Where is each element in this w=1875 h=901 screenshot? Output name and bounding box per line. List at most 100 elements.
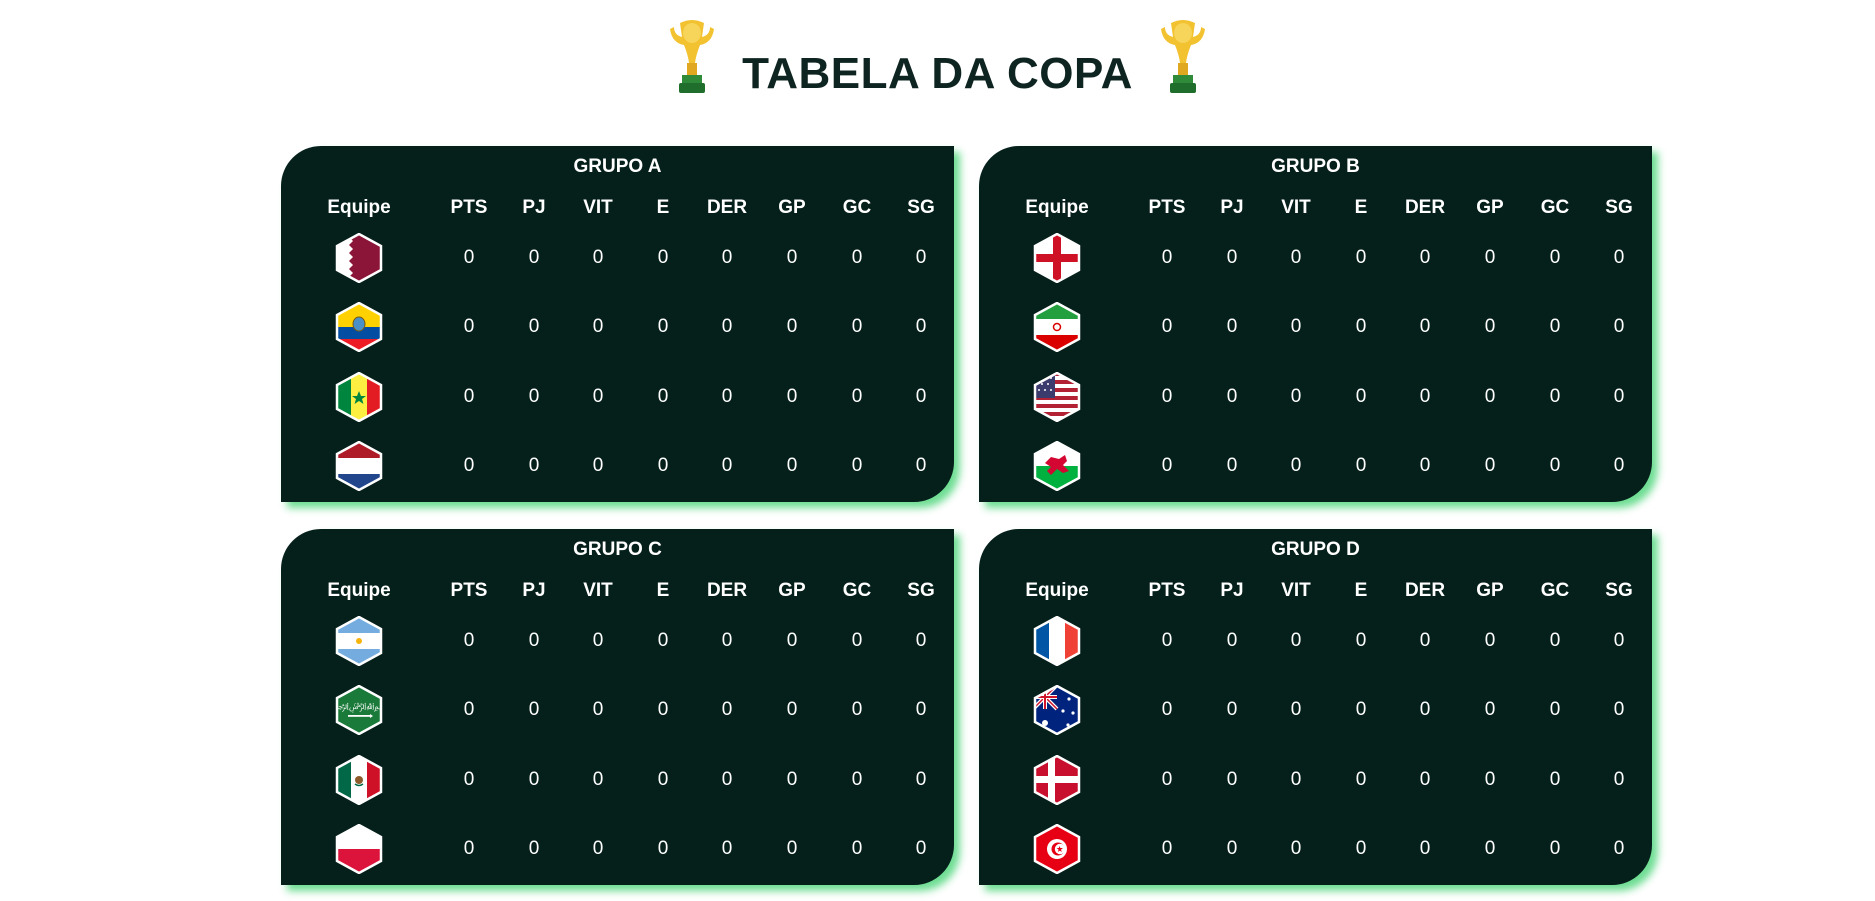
team-cell xyxy=(335,233,383,283)
group-card: GRUPO B Equipe PTS PJ VIT E DER GP GC SG 00000000… xyxy=(979,146,1652,502)
saudi-arabia-flag-icon: ﷽ xyxy=(335,685,383,735)
stat-e: 0 xyxy=(1355,386,1367,407)
stat-vit: 0 xyxy=(592,630,604,651)
table-row: 0 0 0 0 0 0 0 0 xyxy=(281,441,954,491)
team-cell xyxy=(335,372,383,422)
stat-gp: 0 xyxy=(1484,630,1496,651)
table-row: 0 0 0 0 0 0 0 0 xyxy=(281,755,954,805)
team-cell xyxy=(335,441,383,491)
tunisia-flag-icon xyxy=(1033,824,1081,874)
column-header: Equipe xyxy=(1025,580,1089,601)
mexico-flag-icon xyxy=(335,755,383,805)
table-row: ﷽ 0 0 0 0 0 0 0 0 xyxy=(281,685,954,735)
senegal-flag-icon xyxy=(335,372,383,422)
team-cell xyxy=(335,824,383,874)
stat-pts: 0 xyxy=(1161,838,1173,859)
stat-pts: 0 xyxy=(463,769,475,790)
column-header: Equipe xyxy=(327,580,391,601)
table-header-row: Equipe PTS PJ VIT E DER GP GC SG xyxy=(281,571,954,611)
group-title: GRUPO D xyxy=(1271,539,1360,560)
stat-vit: 0 xyxy=(592,838,604,859)
group-card: GRUPO D Equipe PTS PJ VIT E DER GP GC SG 00000000… xyxy=(979,529,1652,885)
stat-gp: 0 xyxy=(1484,316,1496,337)
stat-gp: 0 xyxy=(786,386,798,407)
team-cell xyxy=(1033,302,1081,352)
stat-der: 0 xyxy=(721,247,733,268)
stat-gc: 0 xyxy=(1549,455,1561,476)
column-header: DER xyxy=(1404,580,1446,601)
stat-pj: 0 xyxy=(528,838,540,859)
column-header: E xyxy=(1354,580,1368,601)
stat-sg: 0 xyxy=(915,316,927,337)
stat-pj: 0 xyxy=(528,316,540,337)
stat-pts: 0 xyxy=(463,386,475,407)
stat-der: 0 xyxy=(1419,455,1431,476)
table-row: 0 0 0 0 0 0 0 0 xyxy=(979,616,1652,666)
stat-gc: 0 xyxy=(1549,699,1561,720)
stat-vit: 0 xyxy=(1290,386,1302,407)
stat-der: 0 xyxy=(1419,247,1431,268)
stat-pts: 0 xyxy=(1161,630,1173,651)
stat-pj: 0 xyxy=(1226,838,1238,859)
stat-sg: 0 xyxy=(1613,386,1625,407)
column-header: GC xyxy=(842,580,872,601)
stat-gp: 0 xyxy=(1484,386,1496,407)
stat-vit: 0 xyxy=(1290,769,1302,790)
stat-vit: 0 xyxy=(1290,316,1302,337)
column-header: Equipe xyxy=(1025,197,1089,218)
argentina-flag-icon xyxy=(335,616,383,666)
table-row: 0 0 0 0 0 0 0 0 xyxy=(281,372,954,422)
table-row: 0 0 0 0 0 0 0 0 xyxy=(979,441,1652,491)
stat-gc: 0 xyxy=(1549,630,1561,651)
table-header-row: Equipe PTS PJ VIT E DER GP GC SG xyxy=(979,188,1652,228)
stat-der: 0 xyxy=(721,769,733,790)
group-title: GRUPO B xyxy=(1271,156,1360,177)
stat-der: 0 xyxy=(721,316,733,337)
stat-gc: 0 xyxy=(851,630,863,651)
column-header: SG xyxy=(1605,580,1633,601)
stat-pts: 0 xyxy=(463,630,475,651)
stat-gp: 0 xyxy=(786,316,798,337)
stat-gp: 0 xyxy=(786,699,798,720)
stat-vit: 0 xyxy=(1290,699,1302,720)
stat-der: 0 xyxy=(1419,838,1431,859)
stat-der: 0 xyxy=(1419,386,1431,407)
stat-e: 0 xyxy=(657,386,669,407)
column-header: GC xyxy=(1540,580,1570,601)
stat-gp: 0 xyxy=(786,769,798,790)
wales-flag-icon xyxy=(1033,441,1081,491)
stat-gc: 0 xyxy=(851,386,863,407)
stat-sg: 0 xyxy=(1613,630,1625,651)
page-title: TABELA DA COPA xyxy=(742,49,1133,98)
team-cell xyxy=(1033,372,1081,422)
stat-gp: 0 xyxy=(786,630,798,651)
iran-flag-icon xyxy=(1033,302,1081,352)
stat-gc: 0 xyxy=(1549,386,1561,407)
team-cell: ﷽ xyxy=(335,685,383,735)
stat-gc: 0 xyxy=(851,769,863,790)
stat-pj: 0 xyxy=(1226,386,1238,407)
stat-pj: 0 xyxy=(528,247,540,268)
trophy-icon xyxy=(670,20,715,93)
team-cell xyxy=(335,616,383,666)
stat-sg: 0 xyxy=(915,455,927,476)
column-header: DER xyxy=(706,197,748,218)
stat-e: 0 xyxy=(1355,630,1367,651)
stat-e: 0 xyxy=(657,316,669,337)
column-header: VIT xyxy=(583,580,613,601)
group-card: GRUPO C Equipe PTS PJ VIT E DER GP GC SG 00000000… xyxy=(281,529,954,885)
stat-vit: 0 xyxy=(592,699,604,720)
stat-der: 0 xyxy=(721,386,733,407)
stat-gc: 0 xyxy=(851,247,863,268)
table-row: 0 0 0 0 0 0 0 0 xyxy=(979,302,1652,352)
table-row: 0 0 0 0 0 0 0 0 xyxy=(979,233,1652,283)
column-header: PJ xyxy=(522,197,546,218)
stat-e: 0 xyxy=(1355,455,1367,476)
column-header: SG xyxy=(907,580,935,601)
group-title: GRUPO A xyxy=(573,156,662,177)
team-cell xyxy=(335,755,383,805)
france-flag-icon xyxy=(1033,616,1081,666)
column-header: PTS xyxy=(1148,580,1186,601)
stat-gc: 0 xyxy=(851,316,863,337)
stat-pts: 0 xyxy=(463,699,475,720)
